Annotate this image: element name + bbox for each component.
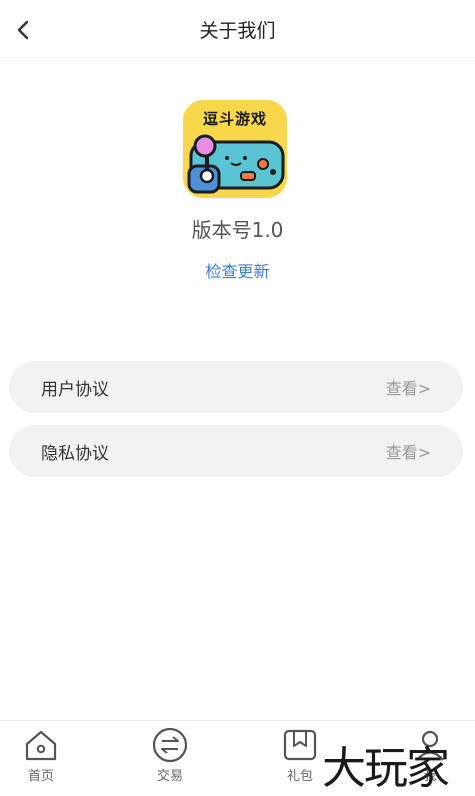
privacy-policy-label: 隐私协议	[41, 443, 109, 464]
user-agreement-row[interactable]: 用户协议 查看>	[9, 361, 463, 413]
header-bar: 关于我们	[0, 0, 475, 61]
tab-home-label: 首页	[27, 769, 54, 784]
watermark: 大玩家	[322, 743, 450, 794]
tab-trade-label: 交易	[156, 769, 183, 784]
user-agreement-label: 用户协议	[41, 379, 109, 400]
tab-home[interactable]: 首页	[1, 727, 81, 789]
version-label: 版本号1.0	[191, 218, 284, 242]
home-icon	[25, 730, 57, 761]
gift-icon	[283, 729, 317, 761]
tab-gift-label: 礼包	[286, 769, 313, 784]
tab-trade[interactable]: 交易	[130, 727, 210, 789]
app-logo: 逗斗游戏	[183, 100, 287, 198]
view-privacy-policy-link[interactable]: 查看>	[386, 439, 431, 463]
privacy-policy-row[interactable]: 隐私协议 查看>	[9, 425, 463, 477]
exchange-icon	[152, 727, 188, 763]
check-update-link[interactable]: 检查更新	[0, 258, 475, 282]
view-user-agreement-link[interactable]: 查看>	[386, 375, 431, 399]
page-title: 关于我们	[199, 20, 276, 42]
gamepad-icon	[187, 134, 285, 194]
